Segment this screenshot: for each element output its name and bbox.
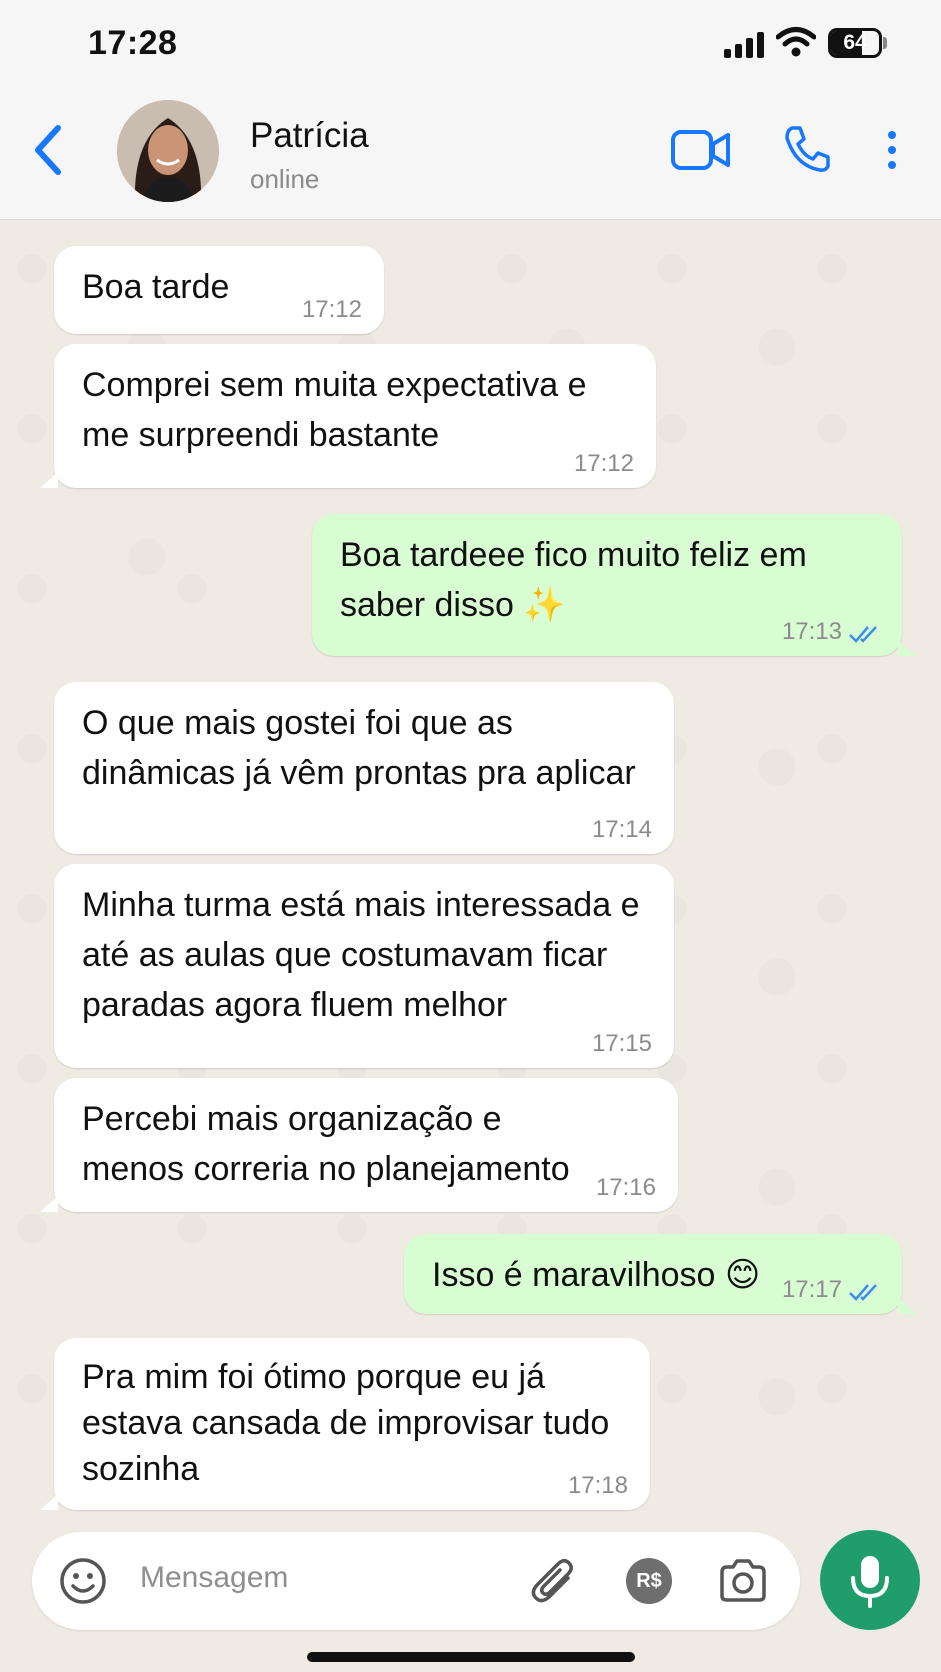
battery-percentage: 64 <box>843 31 867 54</box>
message-time: 17:16 <box>595 1174 656 1201</box>
message-bubble-incoming[interactable]: Comprei sem muita expectativa e me surpr… <box>40 344 656 488</box>
payment-button[interactable]: R$ <box>626 1558 672 1604</box>
message-time: 17:12 <box>573 450 634 477</box>
message-text: Percebi mais organização e menos correri… <box>82 1100 570 1188</box>
microphone-icon <box>851 1556 889 1608</box>
status-time: 17:28 <box>88 24 178 62</box>
message-time: 17:14 <box>591 816 652 843</box>
message-time: 17:12 <box>301 296 362 323</box>
camera-icon[interactable] <box>718 1558 768 1604</box>
message-input[interactable]: Mensagem <box>140 1561 288 1595</box>
message-text: Boa tarde <box>82 268 230 306</box>
chat-header: Patrícia online <box>0 92 941 220</box>
message-time: 17:17 <box>781 1276 842 1303</box>
message-time: 17:13 <box>781 618 842 645</box>
message-text: Isso é maravilhoso 😊 <box>432 1256 761 1294</box>
more-options-icon[interactable] <box>884 130 900 170</box>
message-text: O que mais gostei foi que as dinâmicas j… <box>82 704 636 792</box>
contact-avatar[interactable] <box>117 100 219 202</box>
message-bubble-outgoing[interactable]: Isso é maravilhoso 😊 17:17 <box>404 1234 916 1314</box>
video-call-icon[interactable] <box>670 128 732 172</box>
status-bar: 17:28 64 <box>0 0 941 92</box>
voice-message-button[interactable] <box>820 1530 920 1630</box>
message-bubble-incoming[interactable]: Boa tarde 17:12 <box>54 246 384 334</box>
contact-name[interactable]: Patrícia <box>250 116 369 156</box>
message-bubble-outgoing[interactable]: Boa tardeee fico muito feliz em saber di… <box>312 514 916 656</box>
message-bubble-incoming[interactable]: Pra mim foi ótimo porque eu já estava ca… <box>40 1338 650 1510</box>
phone-call-icon[interactable] <box>782 124 832 174</box>
message-bubble-incoming[interactable]: Percebi mais organização e menos correri… <box>40 1078 678 1212</box>
payment-icon-label: R$ <box>636 1570 662 1592</box>
message-text: Pra mim foi ótimo porque eu já estava ca… <box>82 1358 610 1488</box>
back-chevron-icon[interactable] <box>30 120 70 180</box>
attachment-paperclip-icon[interactable] <box>528 1554 580 1608</box>
contact-status: online <box>250 164 320 194</box>
battery-cap <box>883 37 887 49</box>
avatar-photo <box>117 100 219 202</box>
message-text: Comprei sem muita expectativa e me surpr… <box>82 366 587 454</box>
wifi-icon <box>776 27 816 57</box>
home-indicator <box>307 1652 635 1662</box>
message-composer: Mensagem R$ <box>32 1532 800 1630</box>
emoji-icon[interactable] <box>58 1556 108 1606</box>
message-time: 17:15 <box>591 1030 652 1057</box>
cellular-signal-icon <box>724 32 764 58</box>
message-bubble-incoming[interactable]: O que mais gostei foi que as dinâmicas j… <box>54 682 674 854</box>
message-text: Minha turma está mais interessada e até … <box>82 886 640 1024</box>
read-receipt-icon <box>849 626 877 643</box>
message-bubble-incoming[interactable]: Minha turma está mais interessada e até … <box>54 864 674 1068</box>
message-text: Boa tardeee fico muito feliz em saber di… <box>340 536 807 624</box>
message-time: 17:18 <box>567 1472 628 1499</box>
read-receipt-icon <box>849 1284 877 1301</box>
battery-icon: 64 <box>828 28 882 58</box>
